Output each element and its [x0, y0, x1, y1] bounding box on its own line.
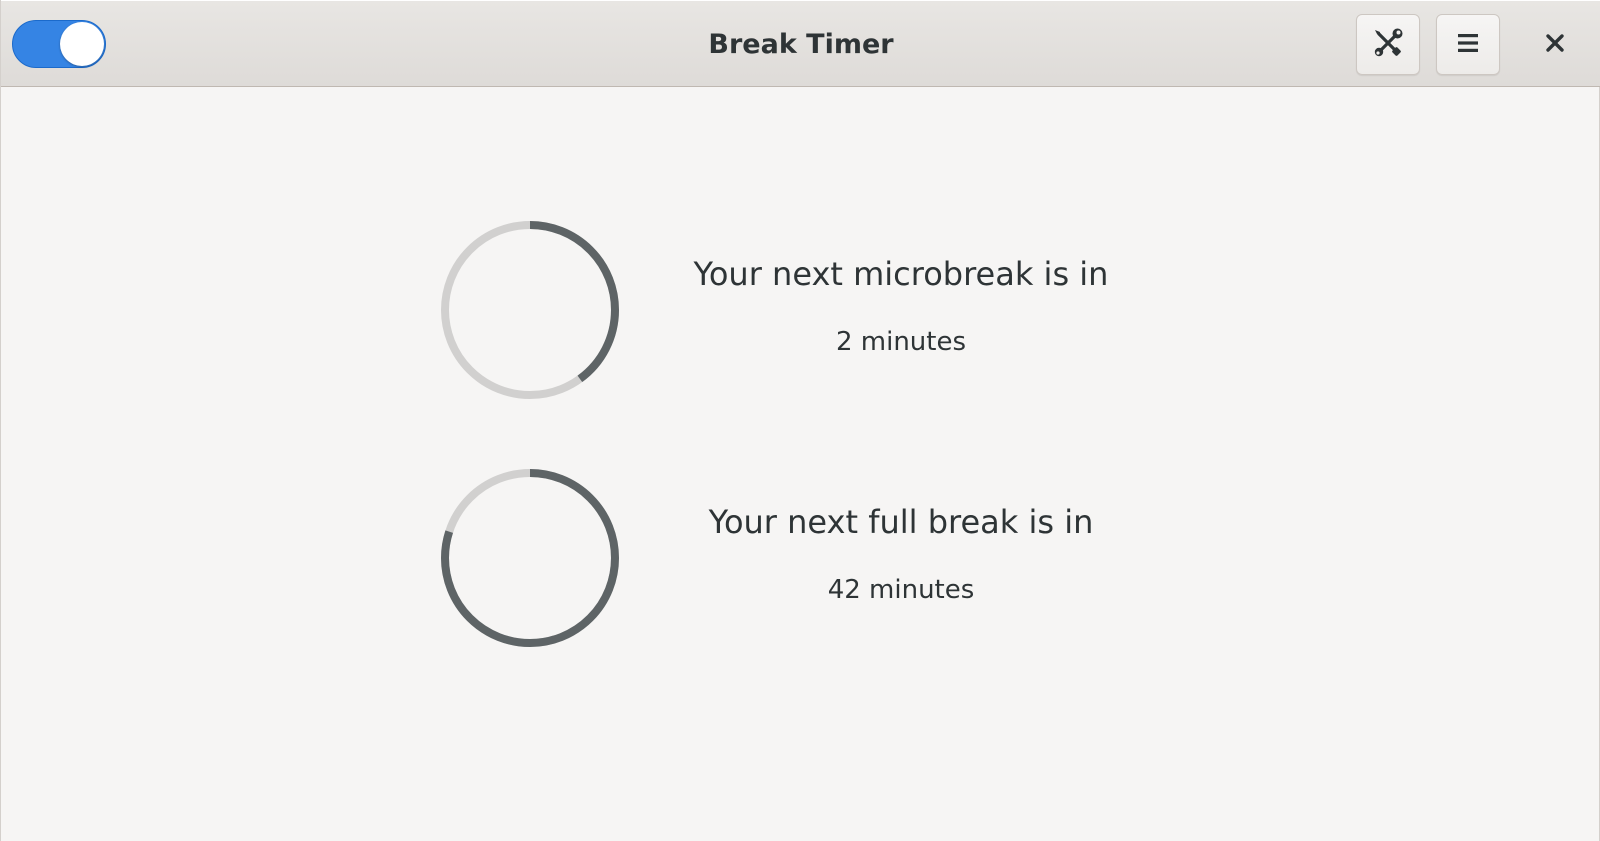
wrench-screwdriver-icon	[1371, 26, 1405, 64]
main-menu-button[interactable]	[1436, 14, 1500, 75]
full-break-time-remaining: 42 minutes	[827, 575, 975, 605]
microbreak-time-remaining: 2 minutes	[835, 327, 967, 357]
full-break-progress-ring	[441, 469, 619, 647]
hamburger-menu-icon	[1457, 32, 1479, 58]
close-button[interactable]	[1530, 20, 1580, 70]
settings-button[interactable]	[1356, 14, 1420, 75]
break-timer-window: Break Timer Your next microbreak is in 2…	[0, 0, 1600, 841]
full-break-heading: Your next full break is in	[708, 503, 1094, 541]
full-break-info: Your next full break is in 42 minutes	[681, 466, 1121, 606]
microbreak-info: Your next microbreak is in 2 minutes	[681, 218, 1121, 358]
close-icon	[1545, 33, 1565, 57]
header-bar: Break Timer	[1, 0, 1600, 87]
microbreak-heading: Your next microbreak is in	[693, 255, 1109, 293]
microbreak-progress-ring	[441, 221, 619, 399]
